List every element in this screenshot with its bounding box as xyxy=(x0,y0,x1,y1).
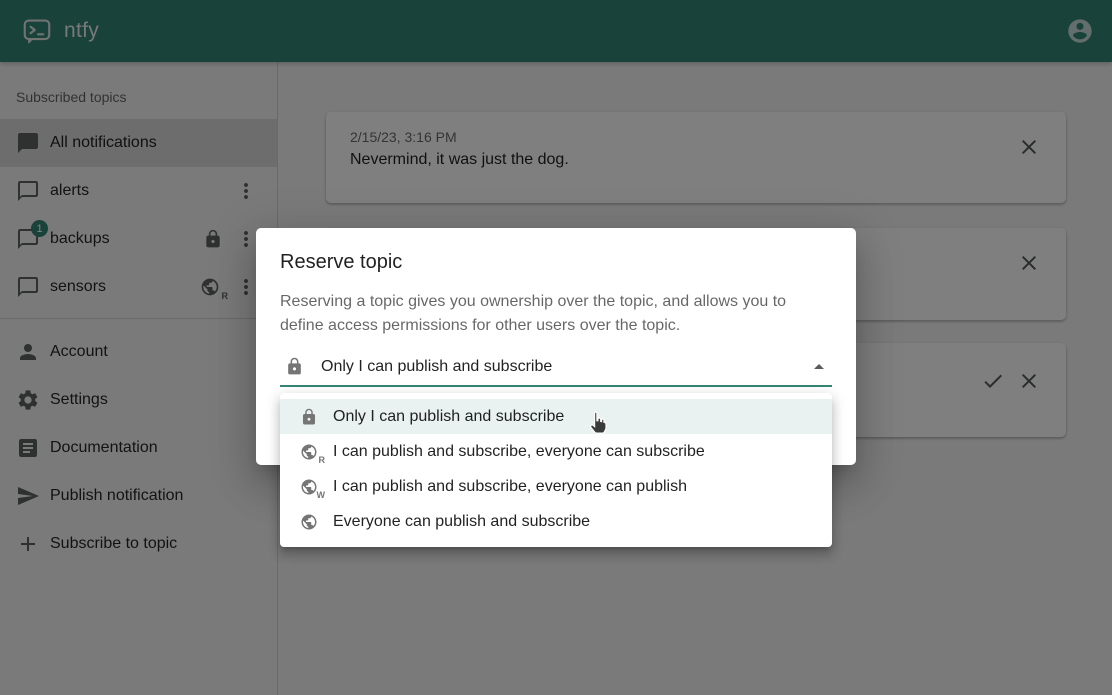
dialog-title: Reserve topic xyxy=(280,250,832,274)
access-permission-menu: Only I can publish and subscribe R I can… xyxy=(280,393,832,547)
lock-icon xyxy=(285,357,304,376)
globe-write-icon: W xyxy=(300,478,318,496)
globe-read-icon: R xyxy=(300,443,318,461)
arrow-drop-up-icon xyxy=(807,355,831,379)
access-permission-select[interactable]: Only I can publish and subscribe xyxy=(280,348,832,387)
select-value: Only I can publish and subscribe xyxy=(321,358,552,376)
lock-icon xyxy=(300,408,318,426)
globe-icon xyxy=(300,513,318,531)
menu-option-only-me[interactable]: Only I can publish and subscribe xyxy=(280,399,832,434)
menu-option-everyone-can-publish[interactable]: W I can publish and subscribe, everyone … xyxy=(280,469,832,504)
menu-option-everyone-can-subscribe[interactable]: R I can publish and subscribe, everyone … xyxy=(280,434,832,469)
menu-option-everyone[interactable]: Everyone can publish and subscribe xyxy=(280,504,832,539)
dialog-description: Reserving a topic gives you ownership ov… xyxy=(280,290,832,338)
